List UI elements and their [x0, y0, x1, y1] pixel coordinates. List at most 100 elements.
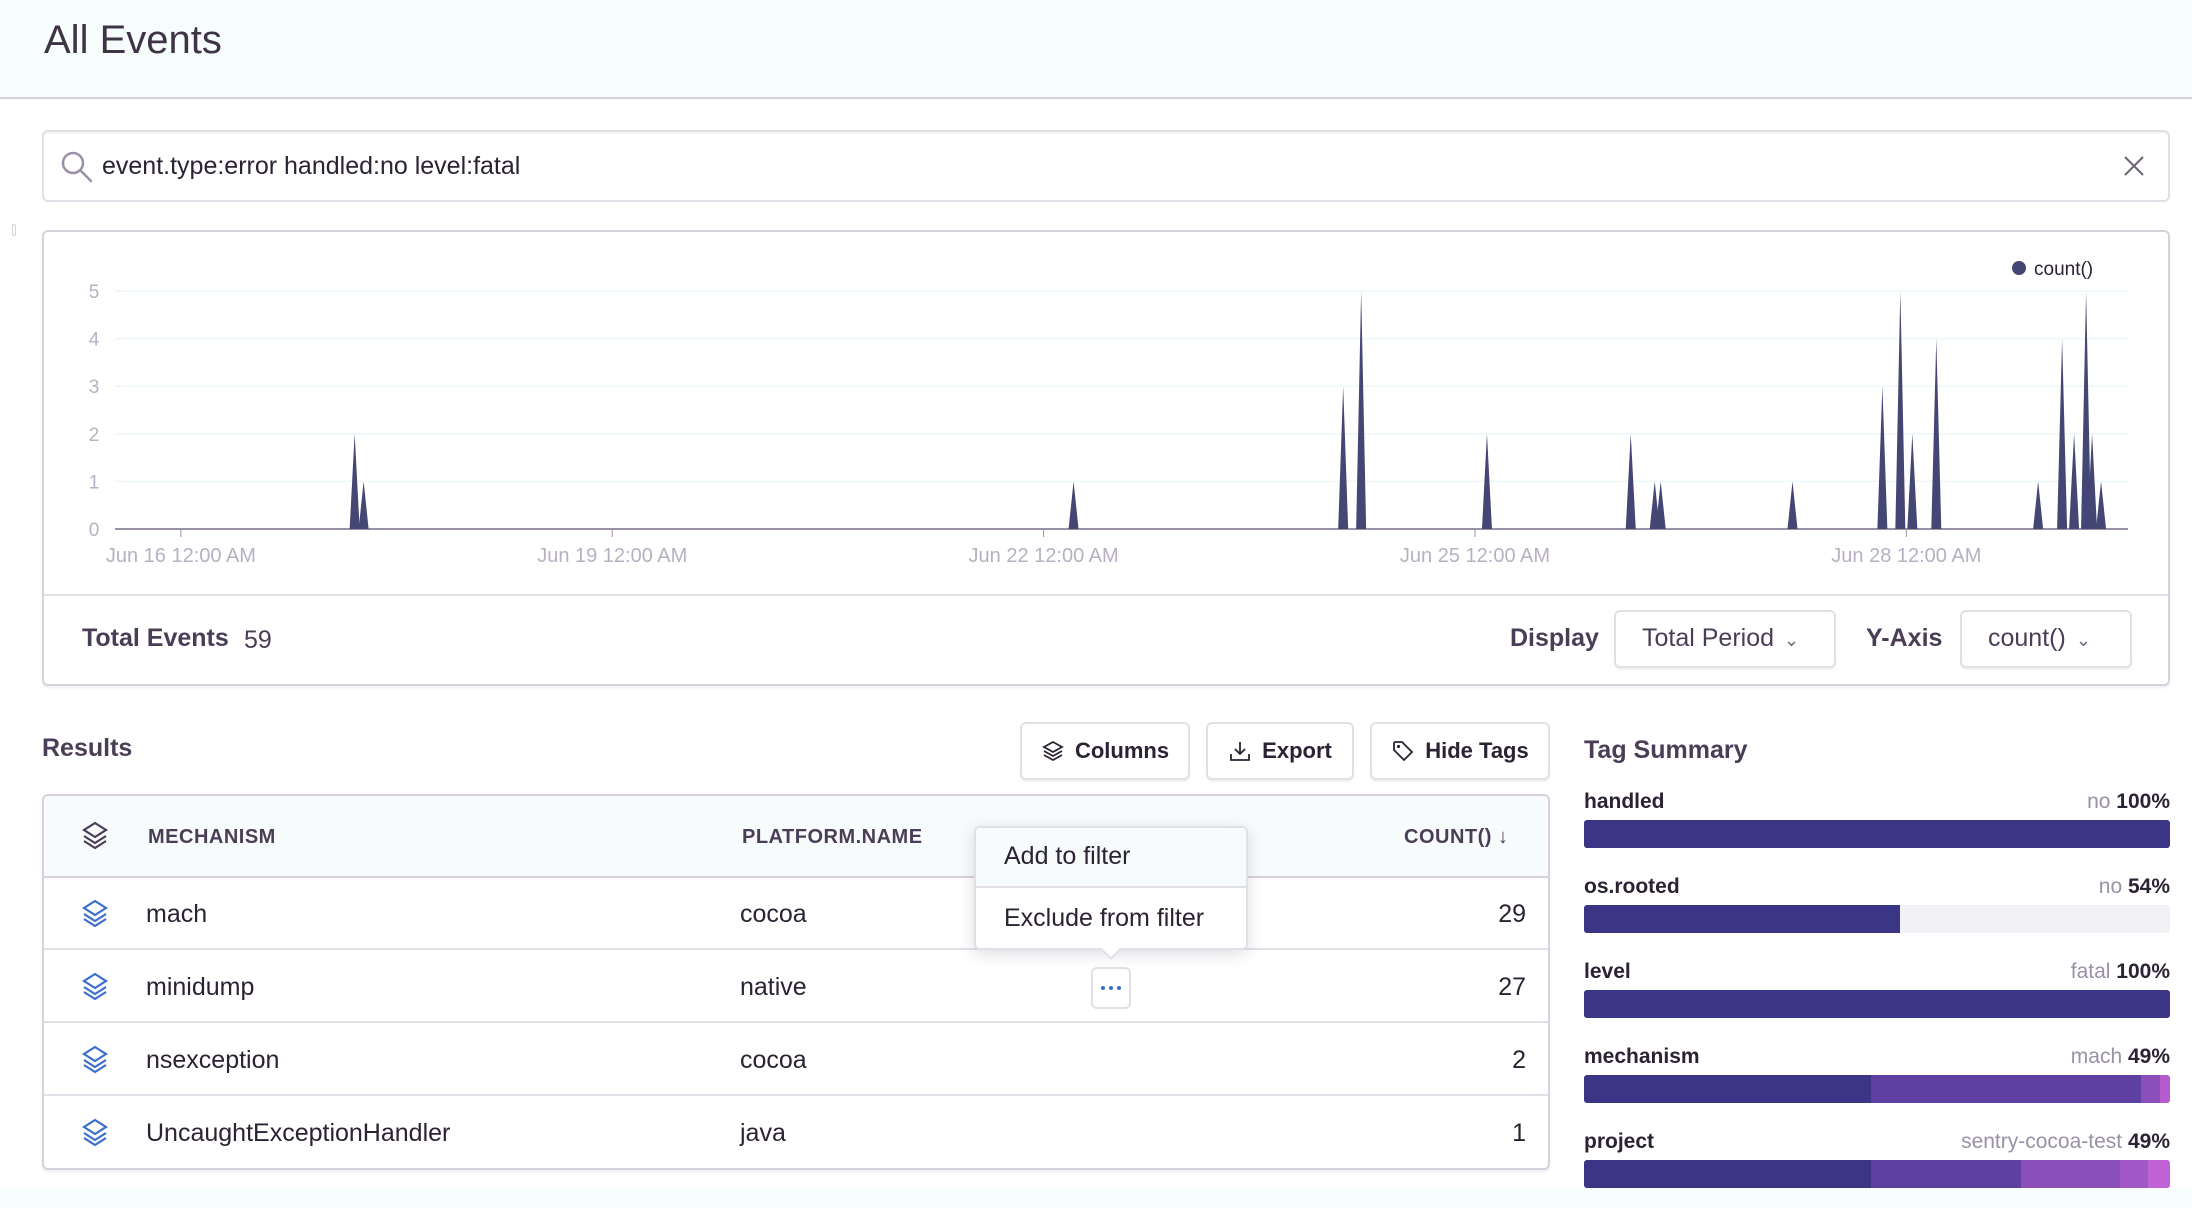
layers-icon[interactable]	[80, 971, 110, 1003]
tag-bar-segment[interactable]	[1584, 990, 2170, 1018]
platform-cell[interactable]: java	[740, 1119, 786, 1148]
x-tick-label: Jun 28 12:00 AM	[1831, 545, 1981, 567]
mechanism-cell[interactable]: nsexception	[146, 1046, 279, 1075]
tag-bar-segment[interactable]	[1871, 1160, 2022, 1188]
tag-top-value: no 100%	[2087, 790, 2170, 814]
x-tick-label: Jun 25 12:00 AM	[1400, 545, 1550, 567]
tag-bar-segment[interactable]	[1584, 905, 1901, 933]
platform-cell[interactable]: native	[740, 973, 807, 1002]
arrow-down-icon: ↓	[1498, 826, 1509, 848]
y-tick-label: 0	[89, 520, 100, 541]
sidebar-resize-handle[interactable]	[12, 224, 16, 236]
tag-distribution-bar	[1584, 990, 2170, 1018]
tag-bar-segment[interactable]	[2140, 1075, 2160, 1103]
search-bar[interactable]	[42, 130, 2170, 202]
data-spike[interactable]	[2033, 481, 2044, 529]
layers-icon[interactable]	[80, 1117, 110, 1149]
tag-top-percent: 100%	[2116, 790, 2170, 813]
add-to-filter-menu-item[interactable]: Add to filter	[976, 828, 1246, 888]
cell-actions-button[interactable]	[1091, 967, 1131, 1009]
tag-bar-segment[interactable]	[1584, 1160, 1872, 1188]
count-cell[interactable]: 29	[1446, 900, 1526, 929]
tag-summary-item: handled no 100%	[1584, 790, 2170, 870]
y-tick-label: 3	[89, 377, 100, 398]
cell-context-menu: Add to filter Exclude from filter	[974, 826, 1248, 950]
tag-key: level	[1584, 960, 1631, 983]
count-header-label: COUNT()	[1404, 826, 1492, 848]
events-chart: 0 1 2 3 4 5 Jun 16 12:00 AM Jun 19 12:00 AM Jun…	[89, 259, 2128, 567]
data-spike[interactable]	[2096, 481, 2107, 529]
chevron-down-icon: ⌄	[1784, 630, 1800, 650]
mechanism-cell[interactable]: UncaughtExceptionHandler	[146, 1119, 450, 1148]
tag-top-value: sentry-cocoa-test 49%	[1961, 1130, 2170, 1154]
mechanism-cell[interactable]: minidump	[146, 973, 254, 1002]
display-dropdown[interactable]: Total Period ⌄	[1614, 610, 1836, 668]
column-header-mechanism[interactable]: MECHANISM	[148, 826, 276, 849]
mechanism-cell[interactable]: mach	[146, 900, 207, 929]
page-footer-area	[0, 1188, 2192, 1208]
tag-distribution-bar	[1584, 1075, 2170, 1103]
tag-summary-item: level fatal 100%	[1584, 960, 2170, 1040]
data-spike[interactable]	[1068, 481, 1079, 529]
tag-bar-segment[interactable]	[1871, 1075, 2141, 1103]
tag-icon	[1393, 741, 1414, 762]
tag-distribution-bar	[1584, 1160, 2170, 1188]
tag-bar-segment[interactable]	[2148, 1160, 2170, 1188]
layers-icon[interactable]	[80, 898, 110, 930]
platform-cell[interactable]: cocoa	[740, 900, 807, 929]
results-title: Results	[42, 734, 133, 762]
tag-key: mechanism	[1584, 1045, 1700, 1068]
chevron-down-icon: ⌄	[2075, 630, 2091, 650]
search-input[interactable]	[102, 144, 2082, 188]
y-tick-label: 1	[89, 472, 100, 493]
table-header: MECHANISM PLATFORM.NAME COUNT() ↓	[44, 796, 1548, 878]
columns-button[interactable]: Columns	[1020, 722, 1190, 780]
layers-icon	[1042, 740, 1064, 762]
tag-summary-title: Tag Summary	[1584, 736, 1748, 764]
layers-icon[interactable]	[80, 1044, 110, 1076]
tag-bar-segment[interactable]	[2160, 1075, 2170, 1103]
column-header-platform-name[interactable]: PLATFORM.NAME	[742, 826, 923, 849]
count-cell[interactable]: 2	[1446, 1046, 1526, 1075]
data-spike[interactable]	[1356, 291, 1367, 529]
tag-top-percent: 49%	[2127, 1045, 2170, 1068]
tag-bar-segment[interactable]	[2120, 1160, 2149, 1188]
data-spike[interactable]	[1338, 386, 1349, 529]
tag-top-value-name: fatal	[2070, 960, 2111, 983]
columns-label: Columns	[1074, 738, 1170, 763]
layers-icon	[81, 821, 109, 850]
data-spike[interactable]	[1787, 481, 1798, 529]
x-tick-label: Jun 22 12:00 AM	[969, 545, 1119, 567]
tag-bar-segment[interactable]	[1584, 820, 2170, 848]
yaxis-value: count()	[1988, 624, 2066, 652]
export-label: Export	[1262, 738, 1332, 763]
y-tick-label: 2	[89, 425, 100, 446]
data-spike[interactable]	[1877, 386, 1888, 529]
close-icon[interactable]	[2120, 152, 2148, 180]
tag-bar-segment[interactable]	[1584, 1075, 1872, 1103]
y-tick-label: 5	[89, 282, 100, 303]
tag-top-value: mach 49%	[2071, 1045, 2170, 1069]
column-header-count[interactable]: COUNT() ↓	[1404, 826, 1509, 849]
yaxis-label: Y-Axis	[1866, 624, 1943, 652]
display-label: Display	[1510, 624, 1599, 652]
legend-label[interactable]: count()	[2034, 259, 2093, 280]
yaxis-dropdown[interactable]: count() ⌄	[1960, 610, 2132, 668]
hide-tags-button[interactable]: Hide Tags	[1370, 722, 1550, 780]
events-chart-panel: 0 1 2 3 4 5 Jun 16 12:00 AM Jun 19 12:00 AM Jun…	[42, 230, 2170, 686]
table-row: nsexception cocoa 2	[44, 1024, 1548, 1096]
tag-top-percent: 100%	[2116, 960, 2170, 983]
export-button[interactable]: Export	[1206, 722, 1354, 780]
data-spike[interactable]	[358, 481, 369, 529]
count-cell[interactable]: 1	[1446, 1119, 1526, 1148]
platform-cell[interactable]: cocoa	[740, 1046, 807, 1075]
count-cell[interactable]: 27	[1446, 973, 1526, 1002]
tag-top-value: fatal 100%	[2071, 960, 2170, 984]
tag-summary-item: os.rooted no 54%	[1584, 875, 2170, 955]
total-events-label: Total Events	[82, 624, 229, 652]
ellipsis-icon	[1101, 986, 1105, 990]
x-tick-label: Jun 16 12:00 AM	[106, 545, 256, 567]
table-row: mach cocoa 29	[44, 878, 1548, 950]
tag-bar-segment[interactable]	[2021, 1160, 2121, 1188]
data-spike[interactable]	[1895, 291, 1906, 529]
